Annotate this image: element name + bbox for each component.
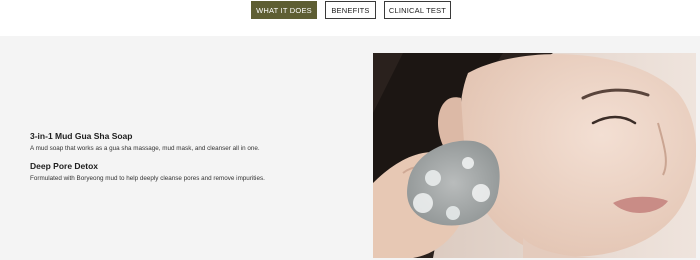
tab-clinical-test[interactable]: CLINICAL TEST xyxy=(384,1,451,19)
feature-text-pore-detox: Formulated with Boryeong mud to help dee… xyxy=(30,175,265,183)
product-photo xyxy=(373,53,696,258)
tab-benefits[interactable]: BENEFITS xyxy=(325,1,376,19)
feature-text-gua-sha: A mud soap that works as a gua sha massa… xyxy=(30,145,260,152)
tab-bar: WHAT IT DOES BENEFITS CLINICAL TEST xyxy=(0,0,700,36)
description-block: 3-in-1 Mud Gua Sha Soap A mud soap that … xyxy=(30,131,350,183)
feature-heading-gua-sha: 3-in-1 Mud Gua Sha Soap xyxy=(30,131,133,141)
what-it-does-panel: 3-in-1 Mud Gua Sha Soap A mud soap that … xyxy=(0,36,700,260)
woman-using-soap-illustration xyxy=(373,53,696,258)
tab-what-it-does[interactable]: WHAT IT DOES xyxy=(251,1,317,19)
feature-heading-pore-detox: Deep Pore Detox xyxy=(30,161,99,172)
